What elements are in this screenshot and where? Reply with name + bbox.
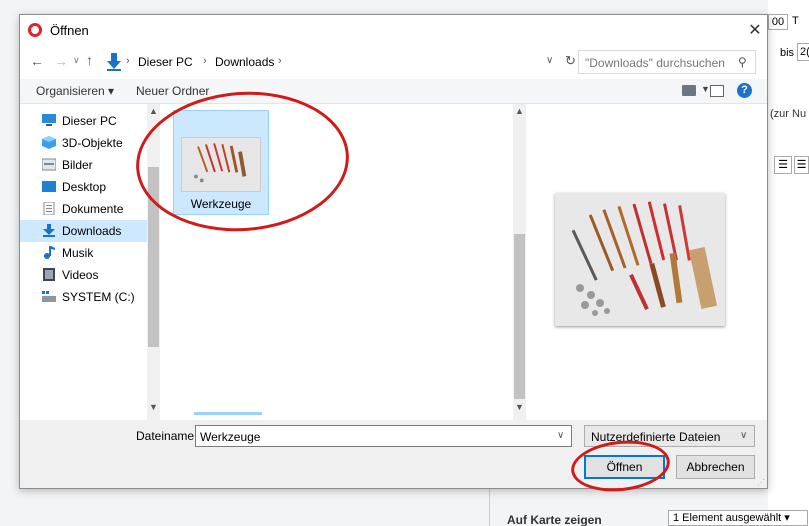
- sidebar-item-3d-objects[interactable]: 3D-Objekte: [20, 132, 147, 154]
- filetype-select[interactable]: Nutzerdefinierte Dateien ∨: [584, 425, 755, 447]
- sidebar-item-label: 3D-Objekte: [62, 136, 123, 150]
- bg-time-field[interactable]: 00: [768, 14, 788, 30]
- scroll-up-arrow-icon[interactable]: ▲: [149, 106, 158, 116]
- file-list: Werkzeuge ▲ ▼: [160, 104, 526, 420]
- preview-pane: [527, 104, 767, 420]
- breadcrumb-separator[interactable]: ›: [126, 55, 130, 67]
- sidebar-item-documents[interactable]: Dokumente: [20, 198, 147, 220]
- preview-image: [555, 193, 725, 326]
- file-item-name: Werkzeuge: [190, 197, 252, 211]
- bg-divider: [489, 486, 490, 526]
- sidebar-item-label: Videos: [62, 268, 99, 282]
- help-icon[interactable]: ?: [737, 83, 752, 98]
- sidebar-item-label: Musik: [62, 246, 94, 260]
- filename-input[interactable]: Werkzeuge ∨: [195, 425, 572, 447]
- pictures-icon: [42, 158, 56, 171]
- dialog-title: Öffnen: [50, 23, 89, 38]
- opera-logo-icon: [28, 23, 42, 37]
- sidebar-item-label: Dokumente: [62, 202, 124, 216]
- bg-unordered-list-button[interactable]: ☰: [794, 156, 809, 174]
- desktop-icon: [42, 181, 56, 192]
- sidebar-item-this-pc[interactable]: Dieser PC: [20, 110, 147, 132]
- search-icon: ⚲: [738, 55, 747, 69]
- file-list-horizontal-indicator: [194, 412, 262, 415]
- search-input[interactable]: "Downloads" durchsuchen ⚲: [578, 50, 756, 74]
- new-folder-button[interactable]: Neuer Ordner: [136, 84, 209, 98]
- dialog-footer: Dateiname: Werkzeuge ∨ Nutzerdefinierte …: [20, 420, 767, 488]
- resize-grip-icon[interactable]: ⋰: [757, 478, 765, 487]
- sidebar-item-videos[interactable]: Videos: [20, 264, 147, 286]
- scrollbar-thumb[interactable]: [148, 167, 159, 347]
- close-button[interactable]: ✕: [747, 20, 763, 40]
- address-bar[interactable]: › Dieser PC › Downloads › ∨ ↻: [104, 50, 577, 74]
- navigation-bar: ← → ∨ ↑ › Dieser PC › Downloads › ∨ ↻ "D…: [20, 45, 767, 79]
- refresh-icon[interactable]: ↻: [565, 53, 576, 69]
- back-arrow-icon[interactable]: ←: [30, 53, 44, 69]
- sidebar-item-downloads[interactable]: Downloads: [20, 220, 147, 242]
- cancel-button[interactable]: Abbrechen: [676, 455, 755, 479]
- bg-ordered-list-button[interactable]: ☰: [774, 156, 792, 174]
- address-history-chevron-icon[interactable]: ∨: [546, 55, 553, 66]
- up-arrow-icon[interactable]: ↑: [86, 52, 93, 68]
- breadcrumb-separator[interactable]: ›: [278, 55, 282, 67]
- bg-selection-dropdown[interactable]: 1 Element ausgewählt ▾: [668, 510, 808, 526]
- breadcrumb-this-pc[interactable]: Dieser PC: [138, 55, 193, 69]
- file-open-dialog: Öffnen ✕ ← → ∨ ↑ › Dieser PC › Downloads…: [19, 14, 768, 489]
- scroll-down-arrow-icon[interactable]: ▼: [515, 402, 524, 412]
- background-right-panel: [768, 0, 809, 526]
- document-icon: [43, 202, 55, 215]
- bg-selection-value: 1 Element ausgewählt: [673, 512, 782, 524]
- sidebar-item-music[interactable]: Musik: [20, 242, 147, 264]
- scroll-down-arrow-icon[interactable]: ▼: [149, 402, 158, 412]
- sidebar-item-desktop[interactable]: Desktop: [20, 176, 147, 198]
- download-arrow-icon: [43, 224, 55, 237]
- view-options-chevron-icon[interactable]: ▼: [701, 84, 710, 94]
- file-list-scrollbar[interactable]: ▲ ▼: [513, 104, 526, 420]
- filename-value: Werkzeuge: [200, 430, 261, 444]
- breadcrumb-downloads[interactable]: Downloads: [215, 55, 274, 69]
- forward-arrow-icon[interactable]: →: [54, 53, 68, 69]
- sidebar-item-label: Desktop: [62, 180, 107, 194]
- sidebar-item-label: Dieser PC: [62, 114, 117, 128]
- file-item-werkzeuge[interactable]: Werkzeuge: [173, 110, 269, 215]
- sidebar-item-system-drive[interactable]: SYSTEM (C:): [20, 286, 147, 308]
- title-bar: Öffnen ✕: [20, 15, 767, 45]
- navigation-pane: Dieser PC 3D-Objekte Bilder Desktop Doku…: [20, 104, 147, 420]
- sidebar-item-label: Bilder: [62, 158, 93, 172]
- sidebar-item-label: SYSTEM (C:): [62, 290, 135, 304]
- change-view-icon[interactable]: [682, 85, 696, 96]
- computer-icon: [42, 114, 56, 126]
- organize-button[interactable]: Organisieren ▾: [36, 84, 114, 98]
- filetype-value: Nutzerdefinierte Dateien: [591, 430, 721, 444]
- music-note-icon: [44, 246, 55, 259]
- drive-icon: [42, 291, 56, 302]
- bg-note-text: (zur Nu: [770, 108, 807, 120]
- command-toolbar: Organisieren ▾ Neuer Ordner ▼ ?: [20, 79, 767, 104]
- bg-t-label: T: [792, 15, 799, 27]
- open-button[interactable]: Öffnen: [584, 455, 665, 479]
- preview-pane-icon[interactable]: [710, 85, 724, 97]
- video-icon: [43, 268, 55, 281]
- breadcrumb-separator[interactable]: ›: [203, 55, 207, 67]
- content-area: Dieser PC 3D-Objekte Bilder Desktop Doku…: [20, 104, 767, 420]
- filename-history-chevron-icon[interactable]: ∨: [557, 430, 564, 441]
- recent-locations-chevron-icon[interactable]: ∨: [73, 55, 80, 66]
- bg-map-label: Auf Karte zeigen: [507, 513, 602, 526]
- sidebar-item-pictures[interactable]: Bilder: [20, 154, 147, 176]
- bg-bis-label: bis: [780, 47, 795, 59]
- search-placeholder: "Downloads" durchsuchen: [585, 56, 725, 70]
- downloads-folder-icon: [107, 53, 121, 71]
- filename-label: Dateiname:: [136, 429, 198, 443]
- cube-3d-icon: [42, 136, 56, 149]
- sidebar-item-label: Downloads: [62, 224, 122, 238]
- bg-year-field[interactable]: 2(: [797, 43, 809, 61]
- filetype-chevron-icon: ∨: [740, 430, 748, 441]
- navigation-pane-scrollbar[interactable]: ▲ ▼: [147, 104, 160, 420]
- image-thumbnail: [181, 137, 261, 192]
- scroll-up-arrow-icon[interactable]: ▲: [515, 106, 524, 116]
- scrollbar-thumb[interactable]: [514, 234, 525, 399]
